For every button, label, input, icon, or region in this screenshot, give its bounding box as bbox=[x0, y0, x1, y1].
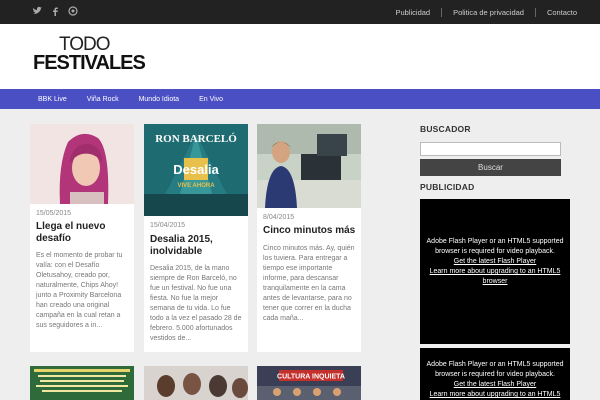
get-flash-link[interactable]: Get the latest Flash Player bbox=[420, 257, 570, 267]
image-caption: CULTURA INQUIETA bbox=[277, 374, 345, 381]
post-excerpt: Desalia 2015, de la mano siempre de Ron … bbox=[150, 265, 242, 342]
upgrade-html5-link[interactable]: Learn more about upgrading to an HTML5 b… bbox=[420, 390, 570, 400]
post-image[interactable] bbox=[257, 124, 361, 208]
image-caption: VIVE AHORA bbox=[177, 183, 215, 189]
advertising-link[interactable]: Publicidad bbox=[384, 8, 441, 17]
post-excerpt: Cinco minutos más. Ay, quién los tuviera… bbox=[263, 245, 355, 322]
top-bar: Publicidad Politica de privacidad Contac… bbox=[0, 0, 600, 24]
post-card[interactable]: 8/04/2015 Cinco minutos más Cinco minuto… bbox=[257, 124, 361, 352]
ad-heading: PUBLICIDAD bbox=[420, 182, 475, 192]
video-ad[interactable]: Adobe Flash Player or an HTML5 supported… bbox=[420, 199, 570, 344]
top-links: Publicidad Politica de privacidad Contac… bbox=[384, 0, 588, 24]
search-heading: BUSCADOR bbox=[420, 124, 471, 134]
post-date: 15/04/2015 bbox=[150, 222, 186, 229]
globe-icon[interactable] bbox=[68, 6, 78, 16]
post-image[interactable] bbox=[144, 366, 248, 400]
post-title[interactable]: Llega el nuevo desafío bbox=[36, 221, 130, 245]
nav-item-vina-rock[interactable]: Viña Rock bbox=[77, 96, 129, 103]
logo-line-2: FESTIVALES bbox=[33, 52, 146, 74]
post-title[interactable]: Desalia 2015, inolvidable bbox=[150, 234, 244, 258]
twitter-icon[interactable] bbox=[32, 6, 42, 16]
post-title[interactable]: Cinco minutos más bbox=[263, 225, 357, 237]
nav-item-en-vivo[interactable]: En Vivo bbox=[189, 96, 233, 103]
contact-link[interactable]: Contacto bbox=[534, 7, 588, 17]
post-image[interactable]: RON BARCELÓ Desalia VIVE AHORA bbox=[144, 124, 248, 216]
post-image[interactable] bbox=[30, 366, 134, 400]
get-flash-link[interactable]: Get the latest Flash Player bbox=[420, 380, 570, 390]
image-caption: Desalia bbox=[173, 162, 219, 177]
nav-item-bbk-live[interactable]: BBK Live bbox=[28, 96, 77, 103]
upgrade-html5-link[interactable]: Learn more about upgrading to an HTML5 b… bbox=[420, 267, 570, 287]
search-button[interactable]: Buscar bbox=[420, 159, 561, 176]
site-header: TODO FESTIVALES bbox=[0, 24, 600, 89]
post-image[interactable] bbox=[30, 124, 134, 204]
post-image[interactable]: CULTURA INQUIETA bbox=[257, 366, 361, 400]
flash-message: Adobe Flash Player or an HTML5 supported… bbox=[426, 238, 564, 255]
post-date: 15/05/2015 bbox=[36, 210, 72, 217]
video-ad[interactable]: Adobe Flash Player or an HTML5 supported… bbox=[420, 348, 570, 400]
facebook-icon[interactable] bbox=[50, 6, 60, 16]
flash-message: Adobe Flash Player or an HTML5 supported… bbox=[426, 361, 564, 378]
site-logo[interactable]: TODO FESTIVALES bbox=[33, 35, 146, 75]
image-caption: RON BARCELÓ bbox=[155, 133, 237, 145]
main-nav: BBK Live Viña Rock Mundo Idiota En Vivo bbox=[0, 89, 600, 109]
post-excerpt: Es el momento de probar tu valía: con el… bbox=[36, 252, 123, 329]
post-date: 8/04/2015 bbox=[263, 214, 295, 221]
search-input[interactable] bbox=[420, 142, 561, 156]
post-card[interactable]: RON BARCELÓ Desalia VIVE AHORA 15/04/201… bbox=[144, 124, 248, 352]
post-card[interactable]: 15/05/2015 Llega el nuevo desafío Es el … bbox=[30, 124, 134, 352]
privacy-link[interactable]: Politica de privacidad bbox=[441, 7, 535, 17]
social-links bbox=[32, 6, 78, 16]
nav-item-mundo-idiota[interactable]: Mundo Idiota bbox=[129, 96, 189, 103]
